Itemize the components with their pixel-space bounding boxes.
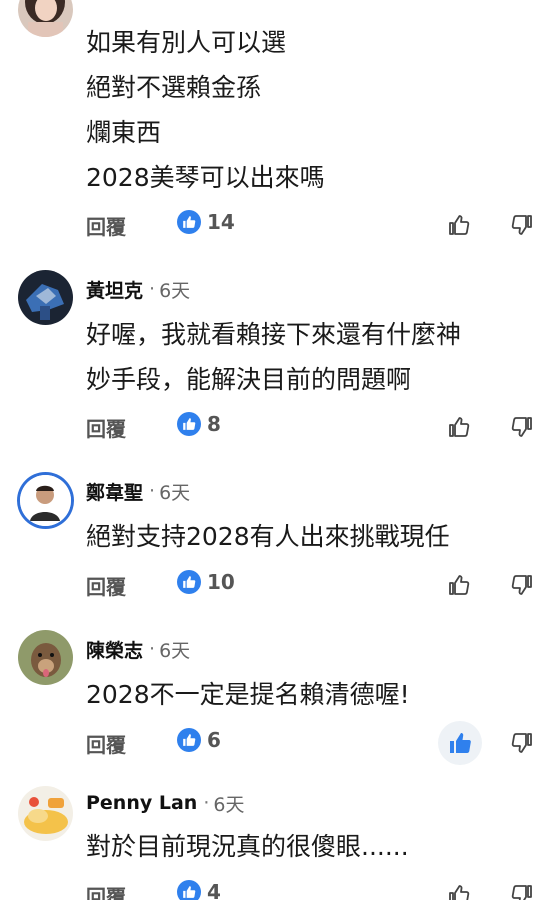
thumbs-down-button[interactable] [504, 725, 540, 761]
thumbs-up-filled-icon [450, 733, 471, 753]
comment-actions: 回覆 4 [0, 877, 556, 900]
like-summary[interactable]: 14 [177, 210, 235, 234]
thumbs-up-button-active[interactable] [438, 721, 482, 765]
thumbs-up-outline-icon [449, 215, 470, 235]
comment-actions: 回覆 8 [0, 409, 556, 445]
thumbs-down-outline-icon [511, 575, 532, 595]
comment-text-line: 2028美琴可以出來嗎 [86, 163, 325, 192]
thumbs-up-outline-icon [449, 885, 470, 900]
thumbs-up-badge-icon [177, 412, 201, 436]
thumbs-up-badge-icon [177, 210, 201, 234]
thumbs-down-outline-icon [511, 733, 532, 753]
thumbs-down-button[interactable] [504, 409, 540, 445]
like-summary[interactable]: 10 [177, 570, 235, 594]
thumbs-down-outline-icon [511, 417, 532, 437]
thumbs-down-button[interactable] [504, 877, 540, 900]
thumbs-up-badge-icon [177, 880, 201, 900]
separator: · [203, 792, 210, 814]
timestamp[interactable]: 6天 [159, 276, 190, 303]
thumbs-up-outline-icon [449, 417, 470, 437]
reply-button[interactable]: 回覆 [86, 211, 126, 240]
comment-header: 黃坦克 · 6天 [86, 274, 190, 304]
like-count: 14 [207, 210, 235, 234]
timestamp[interactable]: 6天 [159, 478, 190, 505]
thumbs-up-outline-icon [449, 575, 470, 595]
comment-header: 鄭韋聖 · 6天 [86, 476, 190, 506]
comment-header: 陳榮志 · 6天 [86, 634, 190, 664]
like-count: 6 [207, 728, 221, 752]
comment-text-line: 好喔，我就看賴接下來還有什麼神 [86, 320, 462, 349]
comment-actions: 回覆 10 [0, 567, 556, 603]
author-name[interactable]: 黃坦克 [86, 276, 143, 303]
like-summary[interactable]: 8 [177, 412, 221, 436]
timestamp[interactable]: 6天 [213, 790, 244, 817]
like-summary[interactable]: 6 [177, 728, 221, 752]
avatar[interactable] [20, 475, 71, 526]
thumbs-up-badge-icon [177, 728, 201, 752]
comment-text-line: 如果有別人可以選 [86, 28, 287, 57]
thumbs-up-button[interactable] [441, 207, 477, 243]
thumbs-down-outline-icon [511, 215, 532, 235]
comment-text-line: 爛東西 [86, 118, 162, 147]
author-name[interactable]: 鄭韋聖 [86, 478, 143, 505]
avatar[interactable] [18, 786, 73, 841]
author-name[interactable]: Penny Lan [86, 792, 197, 814]
thumbs-down-outline-icon [511, 885, 532, 900]
thumbs-down-button[interactable] [504, 207, 540, 243]
comment-header: Penny Lan · 6天 [86, 788, 244, 818]
comment-text-line: 2028不一定是提名賴清德喔! [86, 680, 410, 709]
thumbs-up-badge-icon [177, 570, 201, 594]
reply-button[interactable]: 回覆 [86, 413, 126, 442]
comment-text-line: 妙手段，能解決目前的問題啊 [86, 365, 412, 394]
thumbs-down-button[interactable] [504, 567, 540, 603]
comment-actions: 回覆 6 [0, 721, 556, 765]
like-count: 8 [207, 412, 221, 436]
like-count: 4 [207, 880, 221, 900]
like-summary[interactable]: 4 [177, 880, 221, 900]
author-name[interactable]: 陳榮志 [86, 636, 143, 663]
thumbs-up-button[interactable] [441, 877, 477, 900]
separator: · [149, 480, 156, 502]
thumbs-up-button[interactable] [441, 409, 477, 445]
reply-button[interactable]: 回覆 [86, 729, 126, 758]
comment-text-line: 絕對不選賴金孫 [86, 73, 262, 102]
separator: · [149, 638, 156, 660]
reply-button[interactable]: 回覆 [86, 881, 126, 900]
avatar[interactable] [18, 630, 73, 685]
avatar[interactable] [18, 0, 73, 37]
comment-feed: 如果有別人可以選 絕對不選賴金孫 爛東西 2028美琴可以出來嗎 回覆 14 黃… [0, 0, 556, 900]
thumbs-up-button[interactable] [441, 567, 477, 603]
comment-text-line: 對於目前現況真的很傻眼...... [86, 832, 409, 861]
avatar[interactable] [18, 270, 73, 325]
timestamp[interactable]: 6天 [159, 636, 190, 663]
reply-button[interactable]: 回覆 [86, 571, 126, 600]
comment-text-line: 絕對支持2028有人出來挑戰現任 [86, 522, 450, 551]
like-count: 10 [207, 570, 235, 594]
comment-actions: 回覆 14 [0, 207, 556, 243]
separator: · [149, 278, 156, 300]
